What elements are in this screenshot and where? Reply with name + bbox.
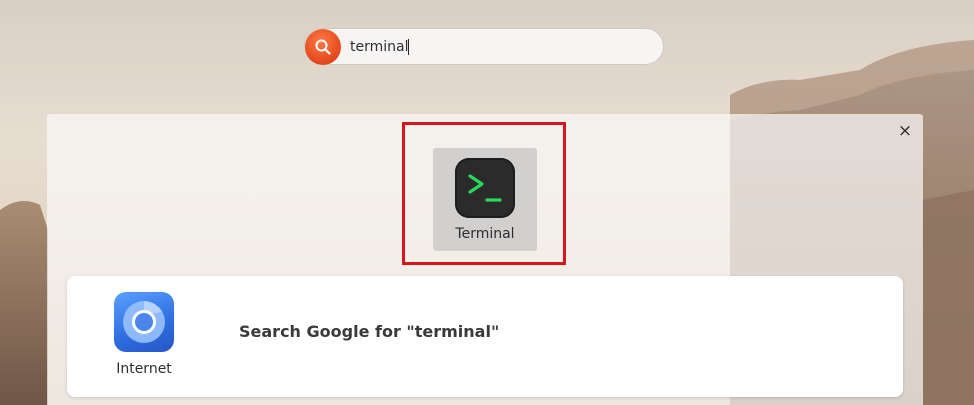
search-bar[interactable]	[304, 28, 664, 65]
text-cursor	[408, 39, 409, 55]
provider-result-text[interactable]: Search Google for "terminal"	[239, 322, 499, 341]
close-icon[interactable]: ×	[893, 120, 917, 142]
desktop: × Terminal Internet Search Google for "t…	[0, 0, 974, 405]
chrome-icon	[114, 292, 174, 352]
app-label: Terminal	[455, 226, 515, 242]
terminal-icon	[455, 158, 515, 218]
provider-name: Internet	[116, 361, 172, 377]
app-result-terminal[interactable]: Terminal	[433, 148, 537, 251]
search-icon[interactable]	[305, 29, 341, 65]
search-input[interactable]	[350, 36, 650, 58]
search-provider-card[interactable]: Internet Search Google for "terminal"	[67, 276, 903, 397]
